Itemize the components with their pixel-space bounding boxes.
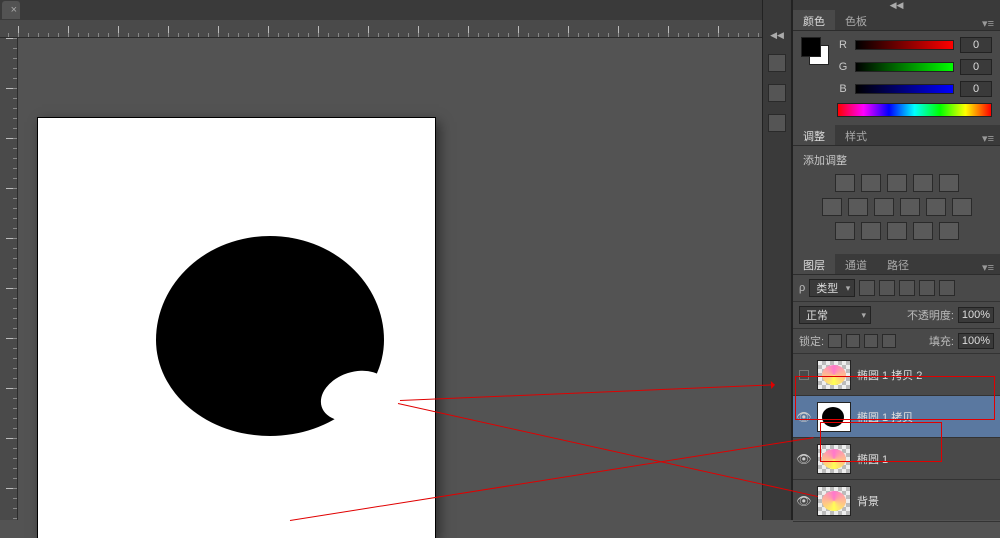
layer-name[interactable]: 椭圆 1 [857, 451, 996, 467]
opacity-input[interactable]: 100% [958, 307, 994, 323]
color-panel: R 0 G 0 B 0 [793, 31, 1000, 125]
canvas[interactable] [38, 118, 435, 538]
visibility-toggle-icon[interactable] [795, 370, 813, 380]
posterize-icon[interactable] [861, 222, 881, 240]
brightness-contrast-icon[interactable] [835, 174, 855, 192]
exposure-icon[interactable] [913, 174, 933, 192]
ellipse-shape[interactable] [156, 236, 384, 436]
tab-swatches[interactable]: 色板 [835, 10, 877, 30]
document-tab[interactable]: × [2, 1, 20, 19]
blue-slider[interactable] [855, 84, 954, 94]
tab-layers[interactable]: 图层 [793, 254, 835, 274]
layer-thumbnail[interactable] [817, 444, 851, 474]
opacity-label: 不透明度: [907, 307, 954, 323]
color-panel-tabs: 颜色 色板 ▾≡ [793, 10, 1000, 31]
close-icon[interactable]: × [11, 4, 17, 16]
layer-row[interactable]: 👁 背景 [793, 480, 1000, 522]
red-value-input[interactable]: 0 [960, 37, 992, 53]
filter-type-select[interactable]: 类型 [809, 279, 855, 297]
blue-label: B [837, 83, 849, 95]
panel-menu-icon[interactable]: ▾≡ [976, 132, 1000, 145]
lock-position-icon[interactable] [864, 334, 878, 348]
selective-color-icon[interactable] [939, 222, 959, 240]
expand-icon[interactable]: ◀◀ [763, 28, 791, 42]
foreground-color-swatch[interactable] [801, 37, 821, 57]
adjustments-panel-tabs: 调整 样式 ▾≡ [793, 125, 1000, 146]
tab-channels[interactable]: 通道 [835, 254, 877, 274]
layer-thumbnail[interactable] [817, 486, 851, 516]
properties-icon[interactable] [768, 84, 786, 102]
panel-menu-icon[interactable]: ▾≡ [976, 261, 1000, 274]
filter-type-icon[interactable] [899, 280, 915, 296]
layer-row[interactable]: 👁 椭圆 1 [793, 438, 1000, 480]
green-value-input[interactable]: 0 [960, 59, 992, 75]
green-label: G [837, 61, 849, 73]
layer-thumbnail[interactable] [817, 360, 851, 390]
lock-all-icon[interactable] [882, 334, 896, 348]
photo-filter-icon[interactable] [900, 198, 920, 216]
invert-icon[interactable] [835, 222, 855, 240]
gradient-map-icon[interactable] [913, 222, 933, 240]
vibrance-icon[interactable] [939, 174, 959, 192]
tab-styles[interactable]: 样式 [835, 125, 877, 145]
filter-shape-icon[interactable] [919, 280, 935, 296]
blend-row: 正常 不透明度: 100% [793, 302, 1000, 329]
collapse-icon[interactable]: ◀◀ [793, 0, 1000, 10]
fill-label: 填充: [929, 333, 954, 349]
blue-value-input[interactable]: 0 [960, 81, 992, 97]
filter-smart-icon[interactable] [939, 280, 955, 296]
color-balance-icon[interactable] [848, 198, 868, 216]
annotation-arrow-icon [771, 381, 779, 389]
visibility-toggle-icon[interactable]: 👁 [795, 452, 813, 466]
workspace [0, 38, 762, 520]
levels-icon[interactable] [861, 174, 881, 192]
layer-list: 椭圆 1 拷贝 2 👁 椭圆 1 拷贝 👁 椭圆 1 👁 背景 [793, 354, 1000, 522]
lock-row: 锁定: 填充: 100% [793, 329, 1000, 354]
layer-filter-row: ρ 类型 [793, 275, 1000, 302]
layer-row[interactable]: 👁 椭圆 1 拷贝 [793, 396, 1000, 438]
layers-panel-tabs: 图层 通道 路径 ▾≡ [793, 254, 1000, 275]
character-icon[interactable] [768, 114, 786, 132]
layer-thumbnail[interactable] [817, 402, 851, 432]
color-lookup-icon[interactable] [952, 198, 972, 216]
panel-menu-icon[interactable]: ▾≡ [976, 17, 1000, 30]
red-slider[interactable] [855, 40, 954, 50]
adjustments-panel: 添加调整 [793, 146, 1000, 254]
layer-name[interactable]: 背景 [857, 493, 996, 509]
layers-panel: ρ 类型 正常 不透明度: 100% 锁定: 填充: 100% 椭圆 1 拷贝 … [793, 275, 1000, 522]
foreground-background-swatch[interactable] [801, 37, 829, 65]
lock-pixels-icon[interactable] [846, 334, 860, 348]
layer-name[interactable]: 椭圆 1 拷贝 [857, 409, 996, 425]
filter-label: ρ [799, 282, 805, 294]
visibility-toggle-icon[interactable]: 👁 [795, 494, 813, 508]
adjustments-title: 添加调整 [803, 152, 992, 168]
hue-sat-icon[interactable] [822, 198, 842, 216]
bw-icon[interactable] [874, 198, 894, 216]
visibility-toggle-icon[interactable]: 👁 [795, 410, 813, 424]
tab-adjustments[interactable]: 调整 [793, 125, 835, 145]
green-slider[interactable] [855, 62, 954, 72]
layer-name[interactable]: 椭圆 1 拷贝 2 [857, 367, 996, 383]
filter-pixel-icon[interactable] [859, 280, 875, 296]
panel-stack: ◀◀ 颜色 色板 ▾≡ R 0 G 0 B 0 [792, 0, 1000, 520]
channel-mixer-icon[interactable] [926, 198, 946, 216]
ruler-vertical[interactable] [0, 38, 18, 520]
spectrum-picker[interactable] [837, 103, 992, 117]
threshold-icon[interactable] [887, 222, 907, 240]
tab-color[interactable]: 颜色 [793, 10, 835, 30]
layer-row[interactable]: 椭圆 1 拷贝 2 [793, 354, 1000, 396]
lock-transparency-icon[interactable] [828, 334, 842, 348]
history-icon[interactable] [768, 54, 786, 72]
filter-adjust-icon[interactable] [879, 280, 895, 296]
tab-paths[interactable]: 路径 [877, 254, 919, 274]
curves-icon[interactable] [887, 174, 907, 192]
fill-input[interactable]: 100% [958, 333, 994, 349]
lock-label: 锁定: [799, 333, 824, 349]
red-label: R [837, 39, 849, 51]
collapsed-panel-strip: ◀◀ [762, 0, 792, 520]
blend-mode-select[interactable]: 正常 [799, 306, 871, 324]
